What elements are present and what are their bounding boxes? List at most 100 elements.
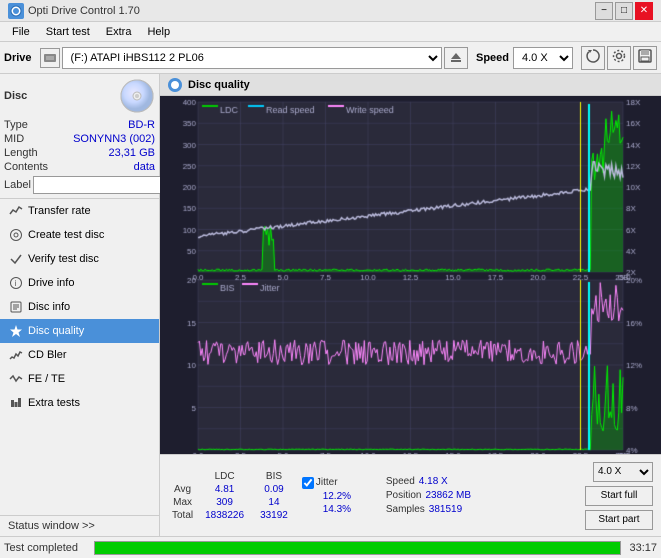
samples-value: 381519: [429, 504, 462, 515]
speed-select-btns: 4.0 X Start full Start part: [585, 462, 653, 530]
settings-button[interactable]: [607, 46, 631, 70]
disc-mid-value: SONYNN3 (002): [73, 133, 155, 145]
disc-length-row: Length 23,31 GB: [4, 146, 155, 160]
test-speed-select[interactable]: 4.0 X: [593, 462, 653, 482]
app-icon: [8, 3, 24, 19]
drive-info-icon: i: [8, 275, 24, 291]
stats-row-total: Total 1838226 33192: [168, 509, 296, 522]
stats-label-total: Total: [168, 509, 197, 522]
stats-label-avg: Avg: [168, 483, 197, 496]
menu-help[interactable]: Help: [139, 24, 178, 40]
app-title: Opti Drive Control 1.70: [28, 5, 595, 17]
stats-header-bis: BIS: [252, 470, 296, 483]
drive-select[interactable]: (F:) ATAPI iHBS112 2 PL06: [62, 47, 442, 69]
stats-ldc-avg: 4.81: [197, 483, 252, 496]
sidebar-item-create-test-disc[interactable]: Create test disc: [0, 223, 159, 247]
samples-row: Samples 381519: [386, 504, 471, 515]
disc-quality-label: Disc quality: [28, 325, 84, 337]
disc-label-input[interactable]: [33, 176, 171, 194]
menubar: File Start test Extra Help: [0, 22, 661, 42]
transfer-rate-icon: [8, 203, 24, 219]
disc-section: Disc: [0, 74, 159, 199]
disc-mid-label: MID: [4, 133, 24, 145]
stats-label-max: Max: [168, 496, 197, 509]
minimize-button[interactable]: −: [595, 2, 613, 20]
time-text: 33:17: [629, 542, 657, 554]
jitter-checkbox[interactable]: [302, 477, 314, 489]
drivebar: Drive (F:) ATAPI iHBS112 2 PL06 Speed 4.…: [0, 42, 661, 74]
jitter-max: 14.3%: [323, 504, 351, 515]
stats-bis-total: 33192: [252, 509, 296, 522]
speed-row: Speed 4.18 X: [386, 476, 471, 487]
cd-bler-label: CD Bler: [28, 349, 67, 361]
eject-button[interactable]: [444, 47, 468, 69]
main-area: Disc: [0, 74, 661, 536]
menu-extra[interactable]: Extra: [98, 24, 140, 40]
close-button[interactable]: ✕: [635, 2, 653, 20]
toolbar-buttons: [581, 46, 657, 70]
speed-position-section: Speed 4.18 X Position 23862 MB Samples 3…: [386, 476, 471, 515]
drive-label: Drive: [4, 52, 32, 64]
status-text: Test completed: [4, 542, 78, 554]
disc-label-label: Label: [4, 179, 31, 191]
stats-bis-max: 14: [252, 496, 296, 509]
sidebar-item-disc-info[interactable]: Disc info: [0, 295, 159, 319]
sidebar-item-drive-info[interactable]: i Drive info: [0, 271, 159, 295]
disc-contents-value: data: [134, 161, 155, 173]
speed-stat-label: Speed: [386, 476, 415, 487]
sidebar-item-extra-tests[interactable]: Extra tests: [0, 391, 159, 415]
sidebar-item-fe-te[interactable]: FE / TE: [0, 367, 159, 391]
drive-icon: [40, 48, 60, 68]
disc-type-label: Type: [4, 119, 28, 131]
titlebar: Opti Drive Control 1.70 − □ ✕: [0, 0, 661, 22]
progress-bar-fill: [95, 542, 620, 554]
disc-length-label: Length: [4, 147, 38, 159]
disc-header: Disc: [4, 78, 155, 114]
speed-label: Speed: [476, 52, 509, 64]
chart-title-icon: [168, 78, 182, 92]
sidebar-item-transfer-rate[interactable]: Transfer rate: [0, 199, 159, 223]
charts-container: [160, 96, 661, 454]
save-button[interactable]: [633, 46, 657, 70]
refresh-button[interactable]: [581, 46, 605, 70]
stats-row-max: Max 309 14: [168, 496, 296, 509]
stats-table: LDC BIS Avg 4.81 0.09 Max 309 14: [168, 470, 296, 522]
menu-start-test[interactable]: Start test: [38, 24, 98, 40]
stats-ldc-max: 309: [197, 496, 252, 509]
stats-row-avg: Avg 4.81 0.09: [168, 483, 296, 496]
start-full-button[interactable]: Start full: [585, 486, 653, 506]
disc-mid-row: MID SONYNN3 (002): [4, 132, 155, 146]
sidebar: Disc: [0, 74, 160, 536]
speed-select[interactable]: 4.0 X: [513, 47, 573, 69]
samples-label: Samples: [386, 504, 425, 515]
create-test-disc-label: Create test disc: [28, 229, 104, 241]
extra-tests-label: Extra tests: [28, 397, 80, 409]
jitter-avg-row: 12.2%: [302, 491, 372, 502]
jitter-max-row: 14.3%: [302, 504, 372, 515]
status-window-button[interactable]: Status window >>: [0, 515, 159, 536]
transfer-rate-label: Transfer rate: [28, 205, 91, 217]
sidebar-item-verify-test-disc[interactable]: Verify test disc: [0, 247, 159, 271]
extra-tests-icon: [8, 395, 24, 411]
fe-te-icon: [8, 371, 24, 387]
start-part-button[interactable]: Start part: [585, 510, 653, 530]
sidebar-item-cd-bler[interactable]: CD Bler: [0, 343, 159, 367]
menu-file[interactable]: File: [4, 24, 38, 40]
disc-quality-icon: [8, 323, 24, 339]
jitter-label: Jitter: [316, 477, 338, 488]
maximize-button[interactable]: □: [615, 2, 633, 20]
stats-header-ldc: LDC: [197, 470, 252, 483]
stats-bis-avg: 0.09: [252, 483, 296, 496]
status-window-label: Status window >>: [8, 520, 95, 532]
chart-title-bar: Disc quality: [160, 74, 661, 96]
window-controls: − □ ✕: [595, 2, 653, 20]
sidebar-item-disc-quality[interactable]: Disc quality: [0, 319, 159, 343]
disc-label-row: Label 🔍: [4, 176, 155, 194]
stats-ldc-total: 1838226: [197, 509, 252, 522]
disc-info-label: Disc info: [28, 301, 70, 313]
content-area: Disc quality LDC BIS Avg: [160, 74, 661, 536]
verify-test-disc-label: Verify test disc: [28, 253, 99, 265]
jitter-avg: 12.2%: [323, 491, 351, 502]
stats-header-blank: [168, 470, 197, 483]
svg-text:i: i: [15, 279, 17, 288]
